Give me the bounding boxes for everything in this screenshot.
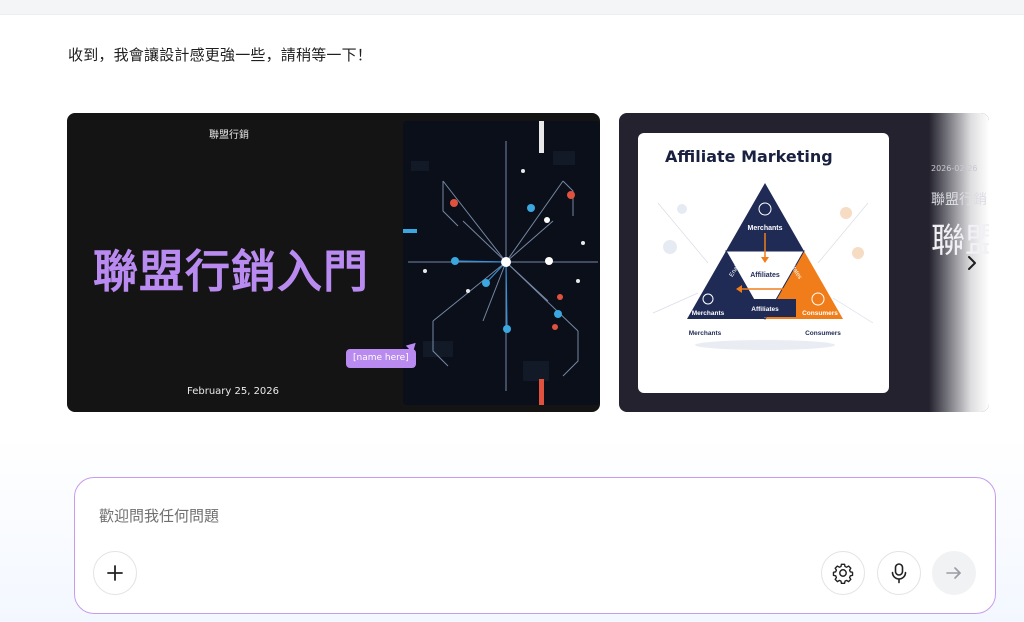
diagram-right-label: Consumers (802, 310, 838, 317)
send-button[interactable] (932, 551, 976, 595)
affiliate-triangle-diagram: Merchants Affiliates Merchants Consumers… (652, 183, 874, 350)
slide-title: 聯盟行銷入門 (93, 245, 370, 298)
network-graphic (403, 121, 600, 405)
chat-composer (74, 477, 996, 614)
affiliate-card-title: Affiliate Marketing (665, 147, 833, 166)
diagram-bottom-label: Affiliates (751, 306, 779, 313)
chat-page: 收到，我會讓設計感更強一些，請稍等一下！ 聯盟行銷 聯盟行銷入門 Februar… (0, 0, 1024, 622)
plus-icon (107, 565, 123, 581)
diagram-below-left-label: Merchants (689, 330, 722, 337)
slide-thumbnail-2[interactable]: Affiliate Marketing Merchants Affiliates… (619, 113, 989, 412)
arrow-right-icon (946, 567, 961, 579)
assistant-message: 收到，我會讓設計感更強一些，請稍等一下！ (68, 46, 373, 64)
chat-input[interactable] (97, 502, 961, 530)
add-attachment-button[interactable] (93, 551, 137, 595)
diagram-below-right-label: Consumers (805, 330, 841, 337)
slide-label: 聯盟行銷 (209, 130, 249, 141)
slide-carousel: 聯盟行銷 聯盟行銷入門 February 25, 2026 [name here… (67, 113, 989, 412)
carousel-next-button[interactable] (962, 251, 982, 275)
network-illustration (403, 121, 600, 405)
settings-button[interactable] (821, 551, 865, 595)
voice-input-button[interactable] (877, 551, 921, 595)
gear-icon (832, 563, 854, 584)
slide-date: 2026-02-26 (931, 164, 978, 173)
diagram-left-label: Merchants (692, 310, 725, 317)
microphone-icon (891, 563, 907, 584)
slide-thumbnail-1[interactable]: 聯盟行銷 聯盟行銷入門 February 25, 2026 [name here… (67, 113, 600, 412)
diagram-center-label: Affiliates (750, 272, 780, 279)
affiliate-card: Affiliate Marketing Merchants Affiliates… (638, 133, 889, 393)
diagram-top-label: Merchants (747, 225, 782, 232)
chevron-right-icon (968, 256, 976, 270)
name-badge: [name here] (346, 349, 416, 368)
slide-subtitle: 聯盟行銷 (931, 192, 987, 208)
slide-date: February 25, 2026 (187, 386, 280, 397)
top-bar (0, 0, 1024, 15)
